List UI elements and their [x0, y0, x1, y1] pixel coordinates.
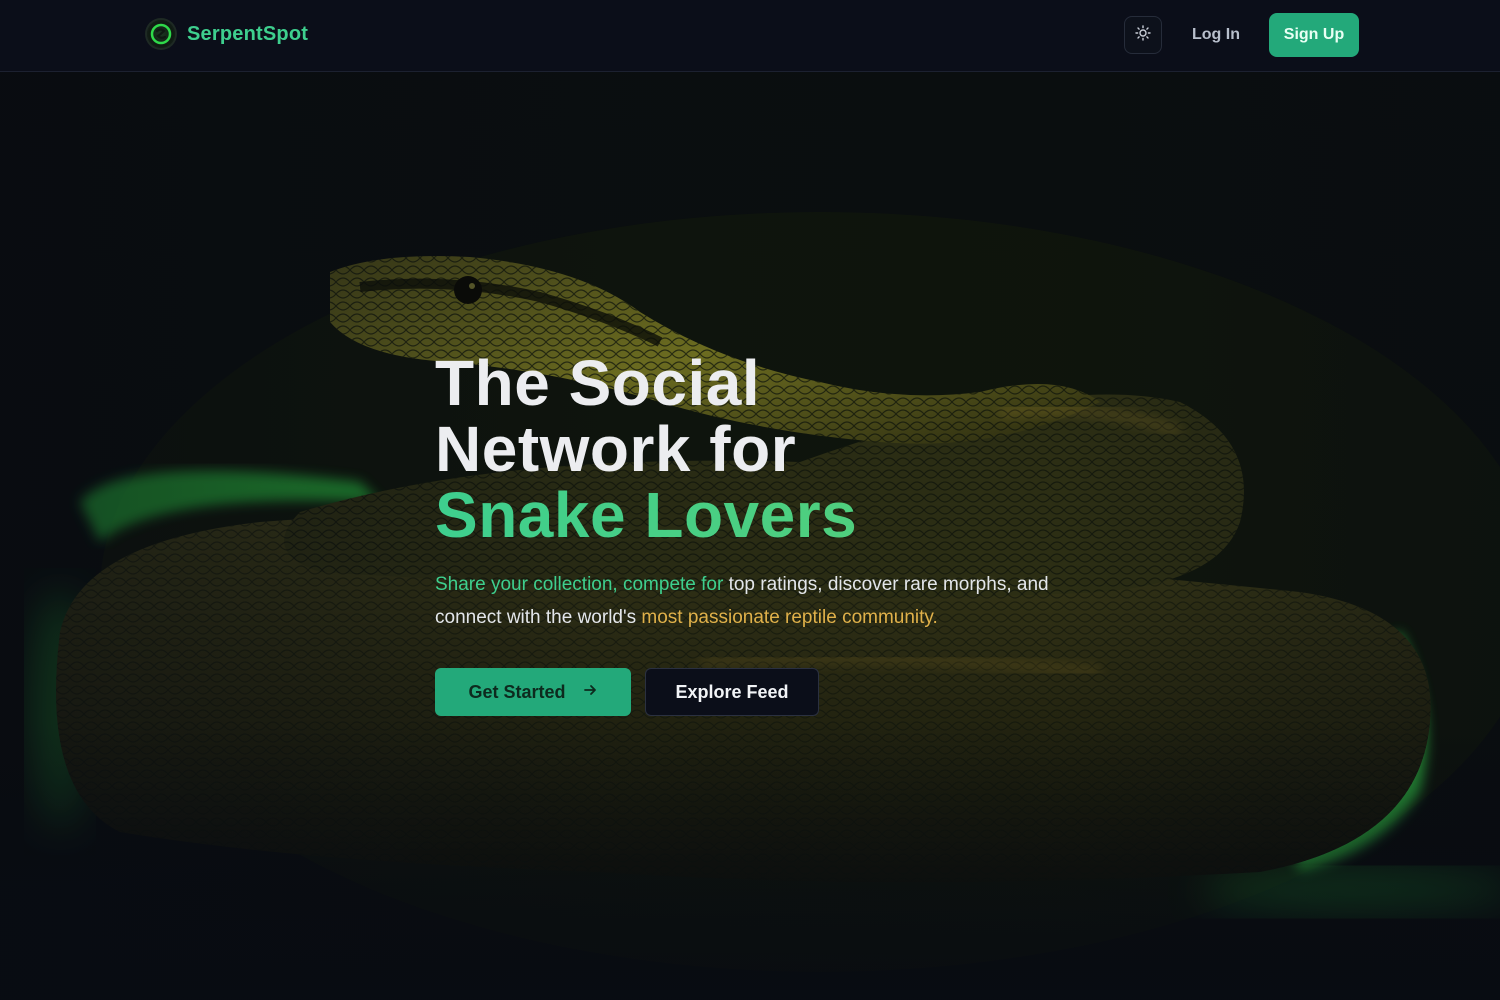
hero-title: The Social Network for Snake Lovers [435, 350, 1135, 548]
cta-row: Get Started Explore Feed [435, 668, 1135, 716]
hero-title-line1: The Social [435, 347, 761, 419]
hero-subtitle: Share your collection, compete for top r… [435, 568, 1075, 634]
hero-subtitle-part3: most passionate reptile community. [641, 607, 938, 628]
theme-toggle-button[interactable] [1124, 16, 1162, 54]
hero-title-accent: Snake Lovers [435, 482, 1135, 548]
sun-icon [1135, 24, 1151, 46]
hero-section: The Social Network for Snake Lovers Shar… [435, 350, 1135, 716]
arrow-right-icon [582, 682, 598, 703]
get-started-label: Get Started [468, 681, 566, 702]
brand-name: SerpentSpot [187, 22, 309, 45]
top-navbar: SerpentSpot Log In Sign Up [0, 0, 1500, 72]
explore-feed-button[interactable]: Explore Feed [645, 668, 819, 716]
snake-logo-icon [147, 20, 175, 48]
login-link[interactable]: Log In [1180, 16, 1252, 54]
hero-title-line2: Network for [435, 413, 797, 485]
signup-button[interactable]: Sign Up [1269, 13, 1359, 57]
get-started-button[interactable]: Get Started [435, 668, 631, 716]
landing-page: SerpentSpot Log In Sign Up The Social Ne… [0, 0, 1500, 1000]
brand-home-link[interactable]: SerpentSpot [147, 20, 308, 48]
hero-subtitle-part1: Share your collection, compete for [435, 574, 724, 595]
